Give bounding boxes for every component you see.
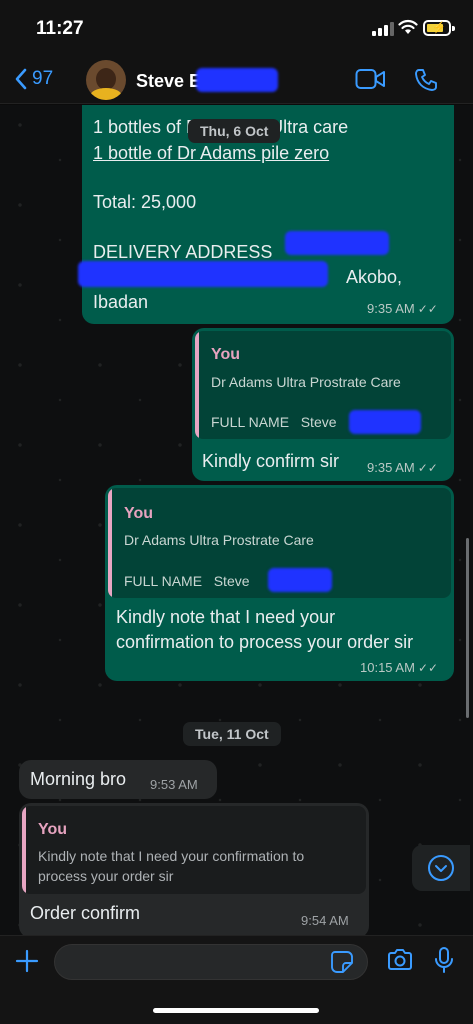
message-text: Kindly note that I need your [116,607,336,627]
read-ticks-icon: ✓✓ [417,302,438,316]
read-ticks-icon: ✓✓ [417,661,439,675]
quoted-message[interactable]: You Dr Adams Ultra Prostrate Care FULL N… [108,488,451,598]
message-line: Ibadan [93,292,149,312]
message-time: 9:35 AM ✓✓ [367,301,438,316]
wifi-icon [398,19,418,34]
battery-icon: ⚡ [423,20,455,36]
quoted-message[interactable]: You Kindly note that I need your confirm… [22,806,366,894]
message-input[interactable] [54,944,368,980]
quote-author: You [38,821,68,838]
status-time: 11:27 [36,18,84,39]
message-line: DELIVERY ADDRESS [93,242,273,262]
avatar[interactable] [86,60,126,100]
chevron-down-icon [428,855,454,881]
message-text: Kindly confirm sir [202,451,340,471]
plus-icon[interactable] [14,948,40,974]
message-time: 9:54 AM [301,913,349,928]
date-divider: Tue, 11 Oct [183,722,281,746]
redaction-mark [285,231,389,255]
sticker-icon[interactable] [330,950,354,974]
quote-text: Dr Adams Ultra Prostrate Care [124,532,314,548]
redaction-mark [349,410,421,434]
message-bubble-outgoing[interactable]: You Dr Adams Ultra Prostrate Care FULL N… [105,485,454,681]
scroll-to-bottom-button[interactable] [412,845,470,891]
message-text: Order confirm [30,903,141,923]
quote-text: process your order sir [38,868,174,884]
floating-date-chip: Thu, 6 Oct [188,119,281,143]
video-call-icon[interactable] [355,68,387,90]
cellular-signal-icon [372,22,394,36]
message-line: 1 bottle of Dr Adams pile zero [93,143,330,163]
unread-count: 97 [32,68,54,89]
message-time: 10:15 AM ✓✓ [360,660,439,675]
read-ticks-icon: ✓✓ [417,461,438,475]
quote-author: You [124,505,154,522]
message-bubble-outgoing[interactable]: You Dr Adams Ultra Prostrate Care FULL N… [192,328,454,481]
quote-author: You [211,346,241,363]
quote-text: Dr Adams Ultra Prostrate Care [211,374,401,390]
scrollbar[interactable] [466,538,469,718]
home-indicator[interactable] [153,1008,319,1013]
camera-icon[interactable] [386,948,414,972]
message-line: Akobo, [346,267,403,287]
contact-name[interactable]: Steve E [136,71,201,92]
phone-call-icon[interactable] [414,68,438,92]
message-line: Total: 25,000 [93,192,197,212]
message-text: Morning bro [30,769,127,789]
microphone-icon[interactable] [434,946,454,974]
message-text: confirmation to process your order sir [116,632,414,652]
chevron-left-icon [15,68,27,90]
message-bubble-incoming[interactable]: You Kindly note that I need your confirm… [19,803,369,935]
redaction-mark [78,261,328,287]
message-time: 9:35 AM ✓✓ [367,460,438,475]
back-button[interactable]: 97 [14,68,53,90]
message-bubble-incoming[interactable]: Morning bro 9:53 AM [19,760,217,799]
redaction-mark [268,568,332,592]
message-time: 9:53 AM [150,777,198,792]
chat-header: 97 Steve E [0,56,473,104]
quote-text: Kindly note that I need your confirmatio… [38,848,305,864]
chat-area[interactable]: 1 bottles of Dr Adams Ultra care 1 bottl… [0,105,473,935]
quote-text: FULL NAME Steve [124,573,250,589]
quoted-message[interactable]: You Dr Adams Ultra Prostrate Care FULL N… [195,331,451,439]
quote-text: FULL NAME Steve [211,414,337,430]
status-bar: 11:27 ⚡ [0,0,473,56]
redaction-mark [196,68,278,92]
